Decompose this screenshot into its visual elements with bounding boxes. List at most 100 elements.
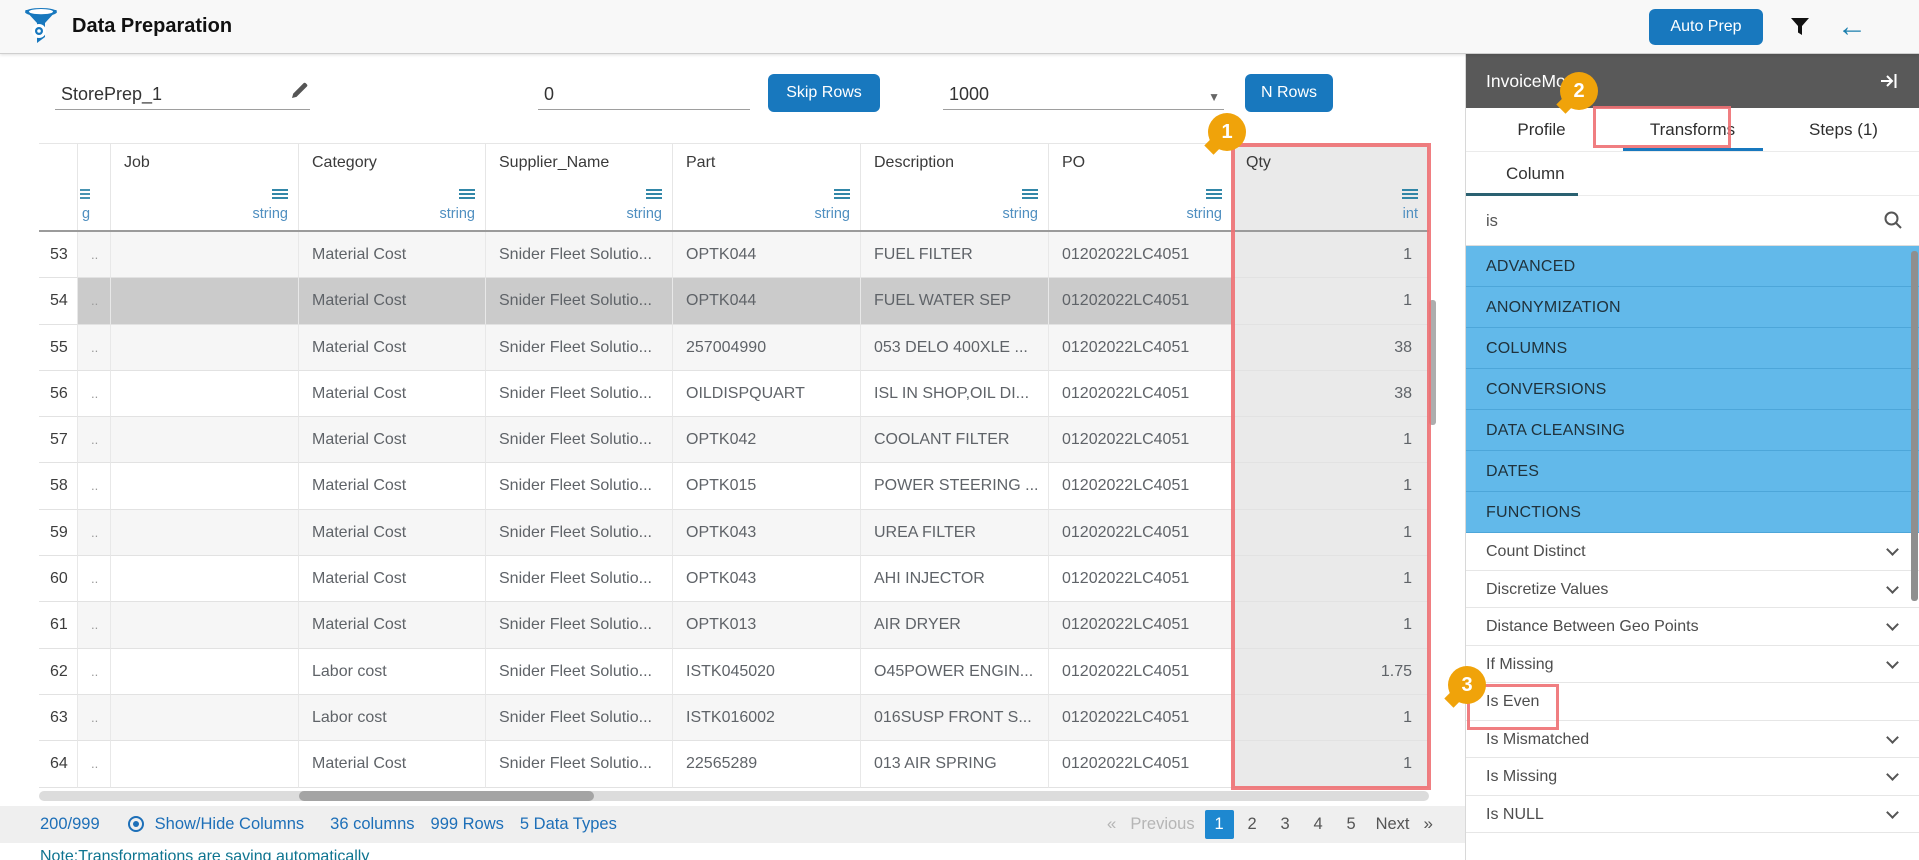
funnel-logo-icon: [22, 7, 60, 47]
qty-cell: 1: [1233, 695, 1429, 741]
transform-list-item[interactable]: DATES: [1466, 451, 1919, 492]
pagination-previous-button[interactable]: Previous: [1124, 815, 1200, 834]
column-menu-icon[interactable]: [646, 188, 662, 200]
skip-rows-input[interactable]: [538, 80, 750, 110]
table-row[interactable]: 64 .. Material Cost Snider Fleet Solutio…: [39, 741, 1429, 787]
column-header[interactable]: Supplier_Name string: [486, 144, 673, 230]
part-cell: OPTK043: [673, 556, 861, 602]
skip-rows-button[interactable]: Skip Rows: [768, 74, 880, 112]
column-name: Job: [124, 154, 150, 172]
column-menu-icon[interactable]: [1022, 188, 1038, 200]
clipped-column-header[interactable]: g: [78, 144, 111, 230]
transform-list-item[interactable]: ANONYMIZATION: [1466, 287, 1919, 328]
transform-list-item[interactable]: Discretize Values: [1466, 571, 1919, 609]
column-menu-icon[interactable]: [80, 188, 90, 200]
edit-pencil-icon[interactable]: [288, 80, 310, 102]
transform-list-item[interactable]: Count Distinct: [1466, 533, 1919, 571]
column-header[interactable]: Qty int: [1233, 144, 1429, 230]
column-header[interactable]: Job string: [111, 144, 299, 230]
table-row[interactable]: 62 .. Labor cost Snider Fleet Solutio...…: [39, 649, 1429, 695]
supplier-name-cell: Snider Fleet Solutio...: [486, 510, 673, 556]
transform-list-item[interactable]: FUNCTIONS: [1466, 492, 1919, 533]
panel-tab[interactable]: Transforms: [1617, 108, 1768, 151]
category-cell: Labor cost: [299, 649, 486, 695]
list-scrollbar-thumb[interactable]: [1911, 251, 1918, 601]
clipped-cell: ..: [78, 602, 111, 648]
auto-prep-button[interactable]: Auto Prep: [1649, 9, 1763, 45]
table-row[interactable]: 63 .. Labor cost Snider Fleet Solutio...…: [39, 695, 1429, 741]
search-icon[interactable]: [1883, 210, 1903, 230]
transform-list-item[interactable]: Is Missing: [1466, 758, 1919, 796]
horizontal-scrollbar-thumb[interactable]: [299, 791, 594, 801]
n-rows-button[interactable]: N Rows: [1245, 74, 1333, 112]
transform-list-item[interactable]: Is Even: [1466, 683, 1919, 721]
description-cell: UREA FILTER: [861, 510, 1049, 556]
table-row[interactable]: 59 .. Material Cost Snider Fleet Solutio…: [39, 510, 1429, 556]
pagination-last-button[interactable]: »: [1420, 814, 1437, 834]
supplier-name-cell: Snider Fleet Solutio...: [486, 417, 673, 463]
tab-column[interactable]: Column: [1506, 152, 1565, 195]
transform-list-item[interactable]: Distance Between Geo Points: [1466, 608, 1919, 646]
transform-panel: InvoiceMonth Profile Transforms: [1465, 54, 1919, 860]
column-menu-icon[interactable]: [1206, 188, 1222, 200]
supplier-name-cell: Snider Fleet Solutio...: [486, 556, 673, 602]
part-cell: ISTK045020: [673, 649, 861, 695]
column-name: Supplier_Name: [499, 154, 609, 172]
pagination-page-button[interactable]: 2: [1238, 810, 1267, 839]
table-row[interactable]: 58 .. Material Cost Snider Fleet Solutio…: [39, 463, 1429, 509]
po-cell: 01202022LC4051: [1049, 325, 1233, 371]
transform-list-item[interactable]: Is NULL: [1466, 796, 1919, 834]
category-cell: Labor cost: [299, 695, 486, 741]
column-header[interactable]: PO string: [1049, 144, 1233, 230]
pagination-first-button[interactable]: «: [1103, 814, 1120, 834]
column-menu-icon[interactable]: [272, 188, 288, 200]
horizontal-scrollbar[interactable]: [39, 791, 1429, 801]
transform-list-item[interactable]: Is Mismatched: [1466, 721, 1919, 759]
column-menu-icon[interactable]: [1402, 188, 1418, 200]
back-arrow-icon[interactable]: ←: [1837, 12, 1867, 42]
vertical-scrollbar-thumb[interactable]: [1429, 300, 1436, 425]
pagination-page-button[interactable]: 1: [1205, 810, 1234, 839]
column-menu-icon[interactable]: [459, 188, 475, 200]
category-cell: Material Cost: [299, 556, 486, 602]
show-hide-columns-button[interactable]: Show/Hide Columns: [126, 815, 304, 834]
n-rows-select[interactable]: 1000 ▼: [943, 80, 1224, 110]
pagination-next-button[interactable]: Next: [1370, 815, 1416, 834]
table-row[interactable]: 57 .. Material Cost Snider Fleet Solutio…: [39, 417, 1429, 463]
column-header[interactable]: Part string: [673, 144, 861, 230]
transform-list-item[interactable]: DATA CLEANSING: [1466, 410, 1919, 451]
job-cell: [111, 649, 299, 695]
description-cell: 013 AIR SPRING: [861, 741, 1049, 787]
transform-list-item[interactable]: ADVANCED: [1466, 246, 1919, 287]
column-header[interactable]: Category string: [299, 144, 486, 230]
transform-list-item[interactable]: If Missing: [1466, 646, 1919, 684]
panel-tab[interactable]: Steps (1): [1768, 108, 1919, 151]
table-row[interactable]: 55 .. Material Cost Snider Fleet Solutio…: [39, 325, 1429, 371]
clipped-cell: ..: [78, 556, 111, 602]
dataset-name-input[interactable]: [55, 80, 310, 110]
column-header[interactable]: Description string: [861, 144, 1049, 230]
table-row[interactable]: 60 .. Material Cost Snider Fleet Solutio…: [39, 556, 1429, 602]
part-cell: OPTK042: [673, 417, 861, 463]
po-cell: 01202022LC4051: [1049, 649, 1233, 695]
description-cell: AHI INJECTOR: [861, 556, 1049, 602]
panel-tab[interactable]: Profile: [1466, 108, 1617, 151]
table-row[interactable]: 53 .. Material Cost Snider Fleet Solutio…: [39, 232, 1429, 278]
table-header-row: g Job string Category: [39, 143, 1429, 232]
autosave-note: Note:Transformations are saving automati…: [40, 848, 1465, 860]
pagination-page-button[interactable]: 4: [1304, 810, 1333, 839]
column-menu-icon[interactable]: [834, 188, 850, 200]
filter-icon[interactable]: [1789, 16, 1811, 38]
pagination-page-button[interactable]: 3: [1271, 810, 1300, 839]
search-input[interactable]: is: [1486, 196, 1498, 246]
pagination-page-button[interactable]: 5: [1337, 810, 1366, 839]
transform-list-item[interactable]: CONVERSIONS: [1466, 369, 1919, 410]
table-row[interactable]: 54 .. Material Cost Snider Fleet Solutio…: [39, 278, 1429, 324]
table-row[interactable]: 61 .. Material Cost Snider Fleet Solutio…: [39, 602, 1429, 648]
category-cell: Material Cost: [299, 371, 486, 417]
description-cell: 053 DELO 400XLE ...: [861, 325, 1049, 371]
transform-list-item[interactable]: COLUMNS: [1466, 328, 1919, 369]
collapse-panel-icon[interactable]: [1879, 71, 1899, 91]
column-type-label: string: [1003, 206, 1038, 222]
table-row[interactable]: 56 .. Material Cost Snider Fleet Solutio…: [39, 371, 1429, 417]
